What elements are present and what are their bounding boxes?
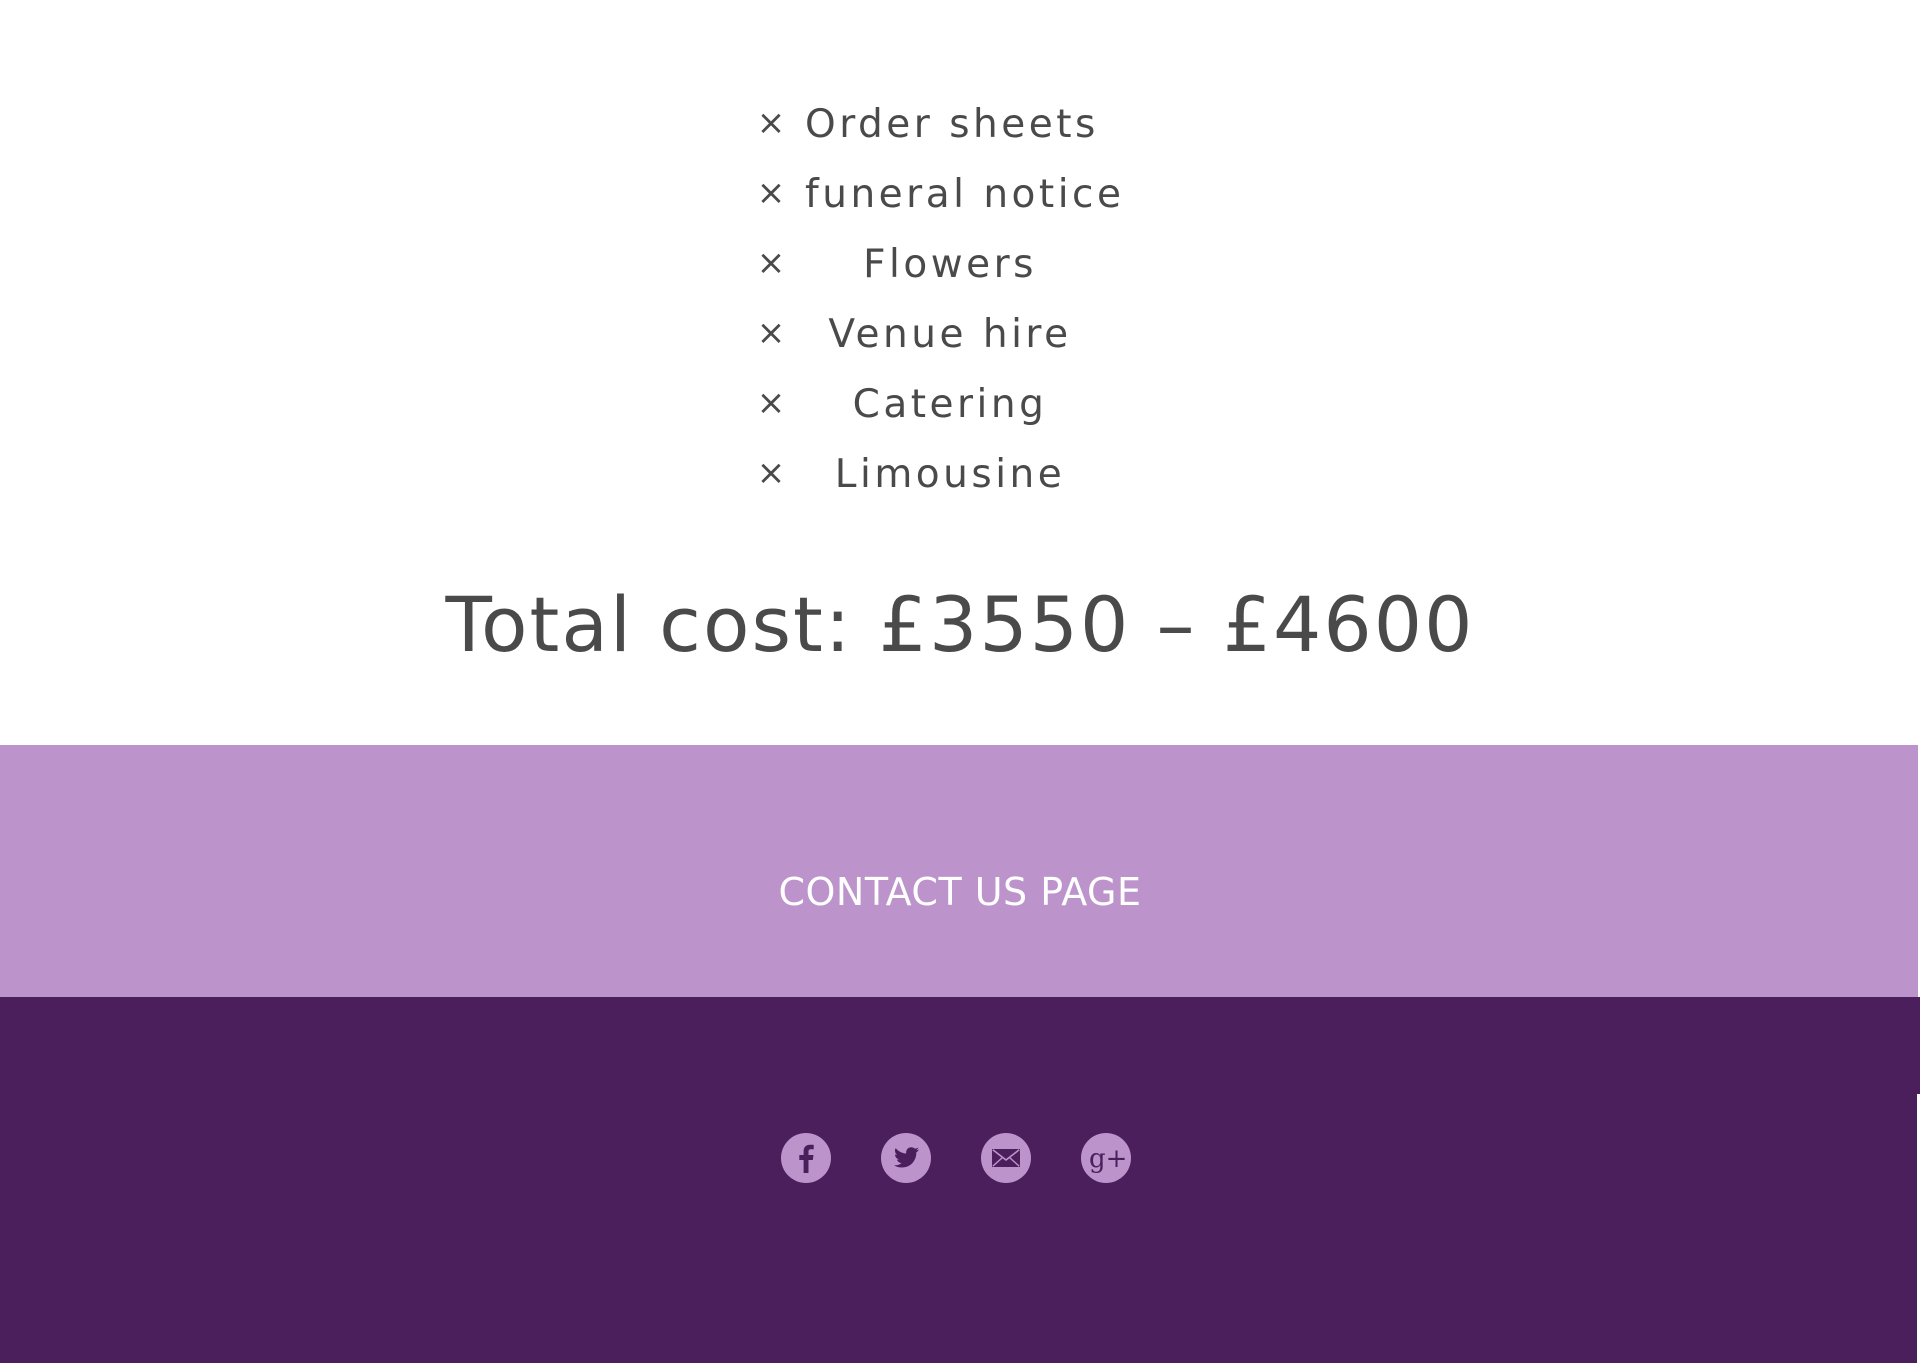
page: × Order sheets × funeral notice × Flower…: [0, 0, 1920, 1363]
package-inclusions-section: × Order sheets × funeral notice × Flower…: [0, 0, 1920, 745]
list-item: × funeral notice: [750, 160, 1190, 230]
inclusions-list: × Order sheets × funeral notice × Flower…: [750, 90, 1190, 510]
list-item-label: Catering: [852, 382, 1048, 427]
facebook-icon[interactable]: [781, 1133, 831, 1183]
total-cost-heading: Total cost: £3550 – £4600: [445, 580, 1475, 669]
list-item-label: Venue hire: [828, 312, 1072, 357]
list-item-label: Order sheets: [805, 102, 1099, 147]
list-item: × Limousine: [750, 440, 1190, 510]
list-item-label: funeral notice: [805, 172, 1125, 217]
list-item-label: Limousine: [834, 452, 1066, 497]
contact-us-link[interactable]: CONTACT US PAGE: [0, 870, 1920, 914]
cross-icon: ×: [756, 173, 786, 213]
twitter-icon[interactable]: [881, 1133, 931, 1183]
email-icon[interactable]: [981, 1133, 1031, 1183]
cross-icon: ×: [756, 313, 786, 353]
footer-edge: [1916, 997, 1920, 1094]
google-plus-icon[interactable]: g+: [1081, 1133, 1131, 1183]
cross-icon: ×: [756, 383, 786, 423]
cross-icon: ×: [756, 103, 786, 143]
list-item: × Order sheets: [750, 90, 1190, 160]
list-item: × Catering: [750, 370, 1190, 440]
list-item-label: Flowers: [863, 242, 1037, 287]
cross-icon: ×: [756, 243, 786, 283]
google-plus-text: g+: [1089, 1144, 1127, 1174]
list-item: × Venue hire: [750, 300, 1190, 370]
list-item: × Flowers: [750, 230, 1190, 300]
cross-icon: ×: [756, 453, 786, 493]
social-links: g+: [781, 1133, 1141, 1183]
